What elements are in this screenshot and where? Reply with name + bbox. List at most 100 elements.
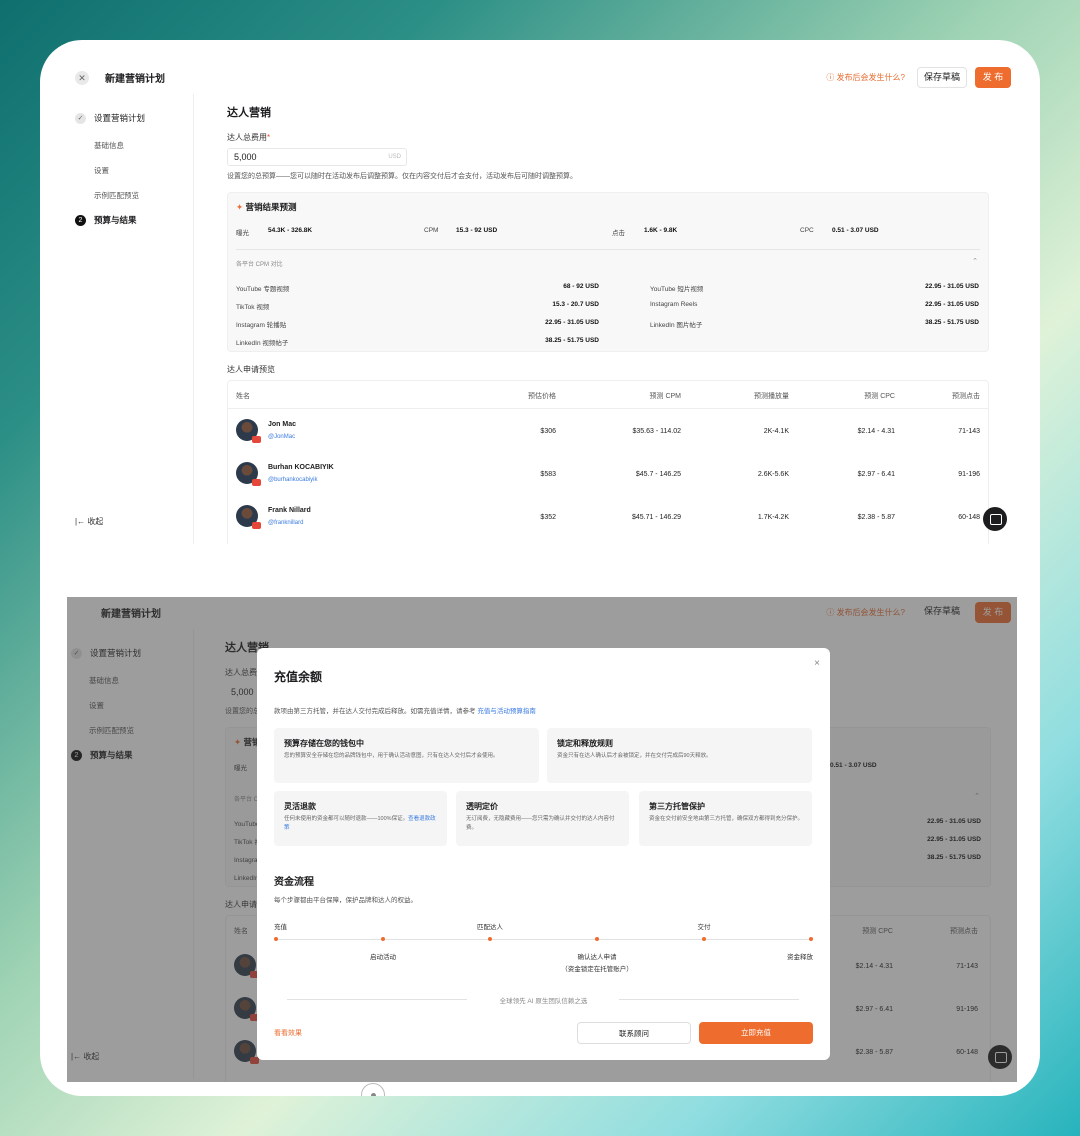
forecast-title: ✦ 营销结果预测: [236, 202, 297, 212]
close-icon[interactable]: ×: [814, 658, 820, 669]
feature-title: 预算存储在您的钱包中: [284, 739, 364, 748]
metric-label: CPM: [424, 227, 439, 234]
cell-cpm: $45.7 - 146.25: [635, 471, 681, 478]
sidebar-step-budget[interactable]: 2 预算与结果: [75, 214, 137, 226]
column-header: 预估价格: [528, 393, 556, 400]
collapse-button[interactable]: |← 收起: [75, 516, 103, 527]
campaign-editor-screen: ✕ 新建营销计划 ⓘ 发布后会发生什么? 保存草稿 发 布 ✓ 设置营销计划 基…: [67, 62, 1017, 544]
cell-clicks: 71-143: [958, 428, 980, 435]
feature-title: 灵活退款: [284, 802, 316, 811]
avatar: [236, 462, 261, 486]
cpm-platform: TikTok 视频: [236, 304, 270, 311]
flow-step-dot: [702, 937, 706, 941]
step-label: 预算与结果: [94, 215, 137, 225]
cell-price: $306: [540, 428, 556, 435]
cpm-platform: LinkedIn 图片帖子: [650, 322, 703, 329]
applicants-title: 达人申请预览: [227, 365, 275, 374]
collapse-label: 收起: [87, 517, 104, 526]
sparkle-icon: ✦: [236, 202, 244, 212]
check-icon: ✓: [75, 112, 86, 124]
chevron-up-icon[interactable]: ⌃: [972, 257, 978, 265]
what-next-link[interactable]: ⓘ 发布后会发生什么?: [826, 72, 905, 83]
recharge-now-button[interactable]: 立即充值: [699, 1022, 813, 1044]
flow-step-label: 匹配达人: [477, 924, 503, 931]
cpm-platform: YouTube 短片视频: [650, 286, 704, 293]
youtube-icon: [252, 522, 261, 529]
cell-cpc: $2.38 - 5.87: [857, 514, 895, 521]
sidebar: ✓ 设置营销计划 基础信息 设置 示例匹配预览 2 预算与结果 |← 收起: [67, 94, 194, 544]
feature-text: 您的预算安全存储在您的品牌钱包中，用于确认活动意图，只有在达人交付后才会使用。: [284, 753, 499, 759]
cell-cpc: $2.14 - 4.31: [857, 428, 895, 435]
publish-button[interactable]: 发 布: [975, 67, 1011, 88]
cpm-value: 22.95 - 31.05 USD: [925, 283, 979, 290]
avatar: [236, 505, 261, 529]
flow-line: [276, 939, 811, 940]
collapse-icon: |←: [75, 517, 88, 526]
sidebar-item-match-preview[interactable]: 示例匹配预览: [94, 190, 139, 201]
flow-step-label: 充值: [274, 924, 287, 931]
cell-price: $583: [540, 471, 556, 478]
feature-desc: 资金在交付前安全地由第三方托管，确保双方都得到充分保护。: [649, 815, 804, 824]
sidebar-step-setup[interactable]: ✓ 设置营销计划: [75, 112, 145, 124]
creator-name: Frank Nillard: [268, 507, 311, 514]
step-label: 设置营销计划: [94, 113, 146, 123]
sidebar-item-basic-info[interactable]: 基础信息: [94, 140, 124, 151]
flow-step-dot: [595, 937, 599, 941]
applicants-table: 姓名 预估价格 预测 CPM 预测播放量 预测 CPC 预测点击 Jon Mac @JonM…: [227, 380, 989, 544]
close-icon[interactable]: ✕: [75, 71, 89, 85]
cpm-platform: LinkedIn 视频帖子: [236, 340, 289, 347]
feature-text: 无订阅费，无隐藏费用——您只需为确认并交付的达人内容付费。: [466, 816, 615, 831]
column-header: 姓名: [236, 393, 250, 400]
recharge-modal-screen: 新建营销计划 ⓘ 发布后会发生什么? 保存草稿 发 布 ✓ 设置营销计划 基础信…: [67, 597, 1017, 1082]
creator-handle[interactable]: @JonMac: [268, 434, 295, 440]
table-row[interactable]: Burhan KOCABIYIK @burhankocabiyik $583 $45.…: [228, 460, 988, 496]
cell-clicks: 91-196: [958, 471, 980, 478]
guide-link[interactable]: 充值与活动预算指南: [477, 708, 536, 715]
contact-advisor-button[interactable]: 联系顾问: [577, 1022, 691, 1044]
budget-label: 达人总费用*: [227, 133, 271, 142]
cell-cpm: $35.63 - 114.02: [632, 428, 681, 435]
creator-name: Jon Mac: [268, 421, 297, 428]
creator-handle[interactable]: @burhankocabiyik: [268, 477, 317, 483]
cell-views: 1.7K-4.2K: [757, 514, 789, 521]
budget-value: 5,000: [234, 152, 257, 162]
budget-input[interactable]: 5,000 USD: [227, 148, 407, 166]
cpm-platform: YouTube 专题视频: [236, 286, 290, 293]
table-row[interactable]: Frank Nillard @franknillard $352 $45.71 - 1…: [228, 503, 988, 539]
feature-desc: 无订阅费，无隐藏费用——您只需为确认并交付的达人内容付费。: [466, 815, 621, 833]
youtube-icon: [252, 479, 261, 486]
feature-desc: 资金只有在达人确认后才会被锁定，并在交付完成后90天释放。: [557, 752, 804, 761]
step-number: 2: [75, 214, 86, 226]
flow-step-dot: [274, 937, 278, 941]
trust-text: 全球领先 AI 原生团队信赖之选: [499, 998, 588, 1005]
divider: [228, 408, 988, 409]
feature-desc: 您的预算安全存储在您的品牌钱包中，用于确认活动意图，只有在达人交付后才会使用。: [284, 752, 531, 761]
cpm-platform: Instagram 轮播贴: [236, 322, 287, 329]
view-effect-link[interactable]: 看看效果: [274, 1028, 302, 1038]
table-row[interactable]: Jon Mac @JonMac $306 $35.63 - 114.02 2K-4.1K…: [228, 417, 988, 453]
cpm-value: 15.3 - 20.7 USD: [552, 301, 599, 308]
sidebar-item-settings[interactable]: 设置: [94, 165, 109, 176]
cell-views: 2.6K-5.6K: [757, 471, 789, 478]
metric-label: 点击: [612, 230, 625, 237]
feature-text: 资金只有在达人确认后才会被锁定，并在交付完成后90天释放。: [557, 753, 712, 759]
feature-card: 透明定价无订阅费，无隐藏费用——您只需为确认并交付的达人内容付费。: [456, 791, 629, 846]
modal-intro: 款项由第三方托管，并在达人交付完成后释放。如需充值详情，请参考 充值与活动预算指…: [274, 705, 536, 715]
save-draft-button[interactable]: 保存草稿: [917, 67, 967, 88]
flow-step-label: 资金释放: [787, 954, 813, 961]
flow-step-label: 交付: [697, 924, 711, 931]
page-title: 新建营销计划: [105, 74, 165, 85]
cpm-value: 38.25 - 51.75 USD: [545, 337, 599, 344]
metric-value: 1.6K - 9.8K: [644, 227, 678, 234]
cell-views: 2K-4.1K: [763, 428, 789, 435]
metric-value: 15.3 - 92 USD: [456, 227, 498, 234]
feature-desc: 任何未使用的资金都可以随时退款——100%保证。查看退款政策: [284, 815, 439, 833]
cell-price: $352: [540, 514, 556, 521]
chat-icon[interactable]: [983, 507, 1007, 531]
recharge-modal: 充值余额 × 款项由第三方托管，并在达人交付完成后释放。如需充值详情，请参考 充…: [257, 648, 830, 1060]
feature-title: 透明定价: [466, 802, 498, 811]
cpm-compare-title: 各平台 CPM 对比: [236, 262, 283, 268]
divider: [236, 249, 980, 250]
flow-step-dot: [488, 937, 492, 941]
creator-handle[interactable]: @franknillard: [268, 520, 303, 526]
